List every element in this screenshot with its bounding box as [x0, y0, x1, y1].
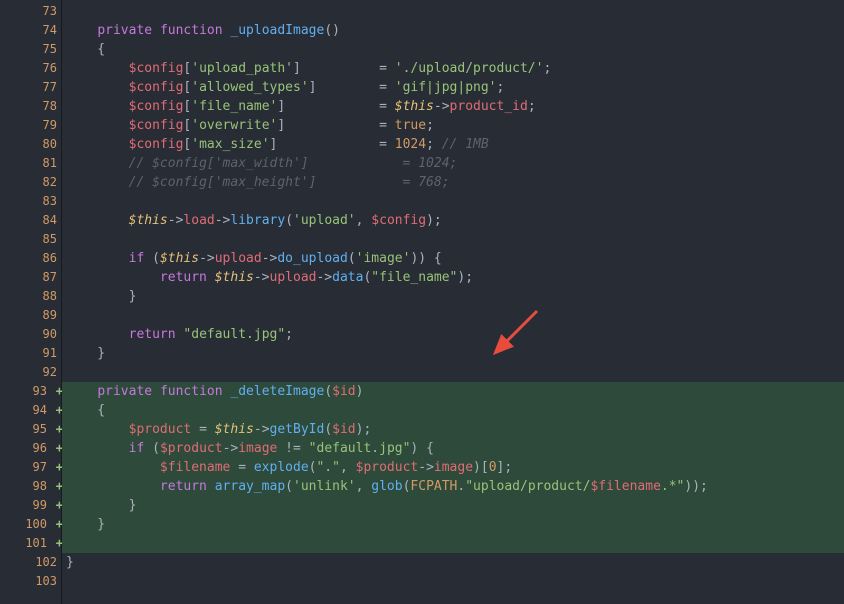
- line-number: 85: [0, 230, 61, 249]
- code-line[interactable]: $config['max_size'] = 1024; // 1MB: [62, 135, 844, 154]
- line-number: 86: [0, 249, 61, 268]
- line-number: 76: [0, 59, 61, 78]
- line-number: 101: [0, 534, 61, 553]
- code-line[interactable]: [62, 534, 844, 553]
- line-number: 91: [0, 344, 61, 363]
- line-number: 103: [0, 572, 61, 591]
- line-number: 94: [0, 401, 61, 420]
- line-number: 102: [0, 553, 61, 572]
- code-line[interactable]: }: [62, 344, 844, 363]
- line-number: 88: [0, 287, 61, 306]
- code-line[interactable]: $config['allowed_types'] = 'gif|jpg|png'…: [62, 78, 844, 97]
- line-number: 82: [0, 173, 61, 192]
- code-line[interactable]: $filename = explode(".", $product->image…: [62, 458, 844, 477]
- line-number: 75: [0, 40, 61, 59]
- line-number: 79: [0, 116, 61, 135]
- line-number: 96: [0, 439, 61, 458]
- code-line[interactable]: $this->load->library('upload', $config);: [62, 211, 844, 230]
- line-number: 78: [0, 97, 61, 116]
- code-line[interactable]: [62, 230, 844, 249]
- code-line[interactable]: // $config['max_height'] = 768;: [62, 173, 844, 192]
- line-number: 89: [0, 306, 61, 325]
- line-number: 80: [0, 135, 61, 154]
- code-line[interactable]: return array_map('unlink', glob(FCPATH."…: [62, 477, 844, 496]
- line-number: 87: [0, 268, 61, 287]
- line-number: 100: [0, 515, 61, 534]
- line-number: 81: [0, 154, 61, 173]
- code-line[interactable]: return "default.jpg";: [62, 325, 844, 344]
- line-number-gutter: 7374757677787980818283848586878889909192…: [0, 0, 62, 604]
- code-line[interactable]: if ($this->upload->do_upload('image')) {: [62, 249, 844, 268]
- code-line[interactable]: {: [62, 401, 844, 420]
- code-line[interactable]: [62, 363, 844, 382]
- line-number: 74: [0, 21, 61, 40]
- line-number: 77: [0, 78, 61, 97]
- line-number: 93: [0, 382, 61, 401]
- code-line[interactable]: $config['overwrite'] = true;: [62, 116, 844, 135]
- code-line[interactable]: return $this->upload->data("file_name");: [62, 268, 844, 287]
- line-number: 98: [0, 477, 61, 496]
- code-line[interactable]: $config['upload_path'] = './upload/produ…: [62, 59, 844, 78]
- code-line[interactable]: // $config['max_width'] = 1024;: [62, 154, 844, 173]
- line-number: 99: [0, 496, 61, 515]
- code-line[interactable]: $product = $this->getById($id);: [62, 420, 844, 439]
- line-number: 83: [0, 192, 61, 211]
- line-number: 97: [0, 458, 61, 477]
- code-line[interactable]: if ($product->image != "default.jpg") {: [62, 439, 844, 458]
- code-content[interactable]: private function _uploadImage() { $confi…: [62, 0, 844, 604]
- code-line[interactable]: [62, 2, 844, 21]
- code-line[interactable]: }: [62, 287, 844, 306]
- code-line[interactable]: [62, 572, 844, 591]
- code-line[interactable]: [62, 192, 844, 211]
- line-number: 73: [0, 2, 61, 21]
- code-line[interactable]: $config['file_name'] = $this->product_id…: [62, 97, 844, 116]
- code-line[interactable]: }: [62, 515, 844, 534]
- code-line[interactable]: {: [62, 40, 844, 59]
- line-number: 92: [0, 363, 61, 382]
- code-line[interactable]: private function _deleteImage($id): [62, 382, 844, 401]
- code-line[interactable]: }: [62, 496, 844, 515]
- code-line[interactable]: private function _uploadImage(): [62, 21, 844, 40]
- code-editor[interactable]: 7374757677787980818283848586878889909192…: [0, 0, 844, 604]
- line-number: 84: [0, 211, 61, 230]
- code-line[interactable]: [62, 306, 844, 325]
- line-number: 90: [0, 325, 61, 344]
- code-line[interactable]: }: [62, 553, 844, 572]
- line-number: 95: [0, 420, 61, 439]
